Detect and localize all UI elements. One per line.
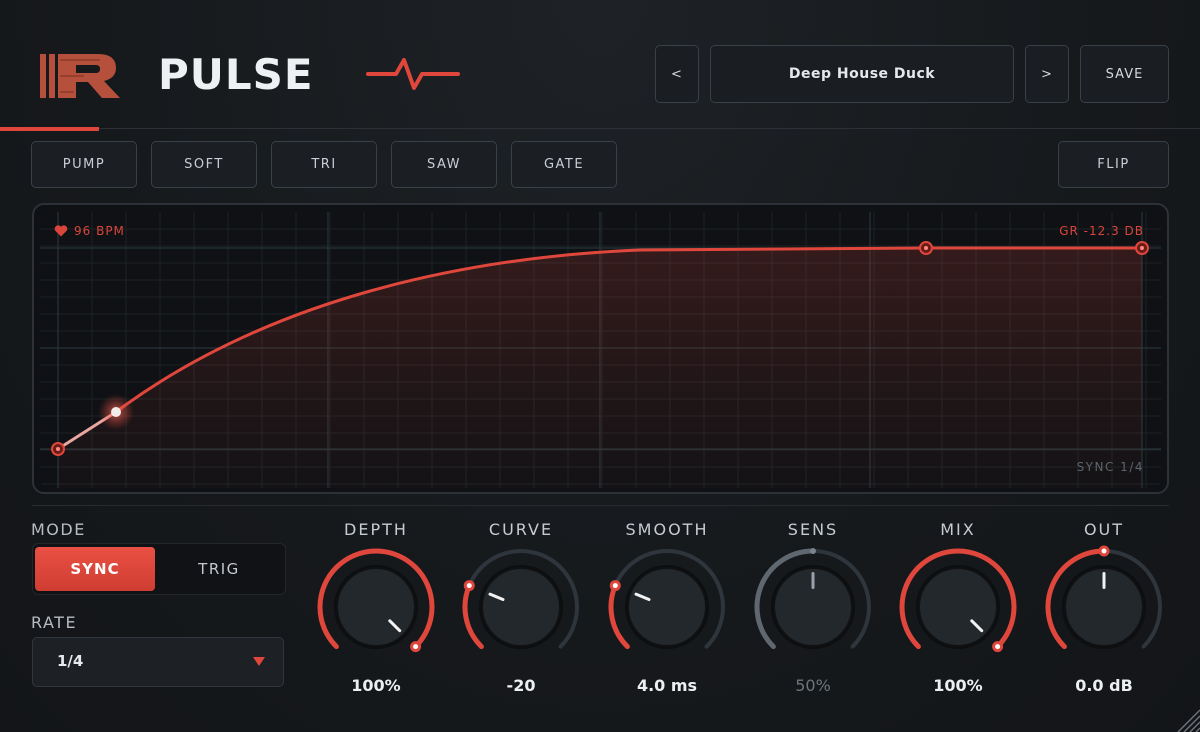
knob-mix-value: 100%	[933, 676, 983, 695]
save-button[interactable]: SAVE	[1080, 45, 1169, 103]
heart-icon	[54, 225, 68, 237]
shape-button-tri[interactable]: TRI	[271, 141, 377, 188]
bpm-text: 96 BPM	[74, 224, 125, 238]
envelope-fill	[58, 248, 1142, 488]
sens-knob-dial[interactable]	[748, 545, 878, 675]
depth-knob-dial[interactable]	[311, 545, 441, 675]
curve-knob-dial[interactable]	[456, 545, 586, 675]
envelope-node-start-dot	[56, 447, 60, 451]
knob-out: OUT 0.0 dB	[1039, 515, 1169, 705]
resize-grip-icon[interactable]	[1170, 702, 1200, 732]
preset-name-display[interactable]: Deep House Duck	[710, 45, 1014, 103]
out-knob-dial[interactable]	[1039, 545, 1169, 675]
knob-body	[336, 567, 416, 647]
header-divider	[0, 128, 1200, 129]
dropdown-arrow-icon	[253, 657, 265, 666]
sync-rate-readout: SYNC 1/4	[1076, 460, 1144, 474]
knob-value-arc	[608, 583, 630, 650]
shape-button-pump[interactable]: PUMP	[31, 141, 137, 188]
knob-out-label: OUT	[1083, 520, 1125, 539]
gain-reduction-readout: GR -12.3 DB	[1059, 224, 1144, 238]
rate-label: RATE	[31, 613, 78, 632]
knob-curve: CURVE -20	[456, 515, 586, 705]
shape-button-gate[interactable]: GATE	[511, 141, 617, 188]
brand-logo	[40, 54, 120, 98]
knob-body	[918, 567, 998, 647]
knob-depth-value: 100%	[351, 676, 401, 695]
header-accent-bar	[0, 127, 99, 131]
knob-smooth: SMOOTH 4.0 ms	[602, 515, 732, 705]
mix-knob-dial[interactable]	[893, 545, 1023, 675]
knob-handle-center	[466, 583, 472, 589]
knob-curve-value: -20	[506, 676, 536, 695]
preset-prev-button[interactable]: <	[655, 45, 699, 103]
knob-smooth-label: SMOOTH	[625, 520, 709, 539]
pulse-wave-icon	[366, 58, 460, 90]
knob-curve-label: CURVE	[488, 520, 554, 539]
knob-body	[481, 567, 561, 647]
knob-handle-center	[995, 644, 1001, 650]
knob-depth-label: DEPTH	[344, 520, 408, 539]
rate-value: 1/4	[57, 652, 84, 670]
envelope-node-hold-dot	[924, 246, 928, 250]
shape-button-soft[interactable]: SOFT	[151, 141, 257, 188]
envelope-node-end-dot	[1140, 246, 1144, 250]
envelope-graph[interactable]	[40, 212, 1161, 488]
rate-dropdown[interactable]: 1/4	[32, 637, 284, 687]
knob-handle-center	[413, 644, 419, 650]
mode-trig-button[interactable]: TRIG	[159, 547, 279, 591]
knob-sens-value: 50%	[795, 676, 831, 695]
preset-next-button[interactable]: >	[1025, 45, 1069, 103]
knob-value-arc	[462, 583, 484, 650]
plugin-window: PULSE < Deep House Duck > SAVE PUMP SOFT…	[0, 0, 1200, 732]
section-divider	[32, 505, 1169, 506]
mode-label: MODE	[31, 520, 86, 539]
knob-handle-center	[612, 583, 618, 589]
knob-body	[627, 567, 707, 647]
knob-mix: MIX 100%	[893, 515, 1023, 705]
curve-handle[interactable]	[111, 407, 121, 417]
knob-sens: SENS 50%	[748, 515, 878, 705]
shape-button-saw[interactable]: SAW	[391, 141, 497, 188]
knob-out-value: 0.0 dB	[1075, 676, 1133, 695]
knob-depth: DEPTH 100%	[311, 515, 441, 705]
knob-sens-label: SENS	[787, 520, 839, 539]
app-title: PULSE	[158, 50, 314, 99]
knob-smooth-value: 4.0 ms	[636, 676, 698, 695]
mode-sync-button[interactable]: SYNC	[35, 547, 155, 591]
flip-button[interactable]: FLIP	[1058, 141, 1169, 188]
knob-mix-label: MIX	[940, 520, 976, 539]
knob-handle-center	[1101, 548, 1107, 554]
smooth-knob-dial[interactable]	[602, 545, 732, 675]
mode-toggle: SYNC TRIG	[32, 543, 286, 595]
bpm-readout: 96 BPM	[54, 224, 125, 238]
knob-handle-dot	[810, 548, 816, 554]
